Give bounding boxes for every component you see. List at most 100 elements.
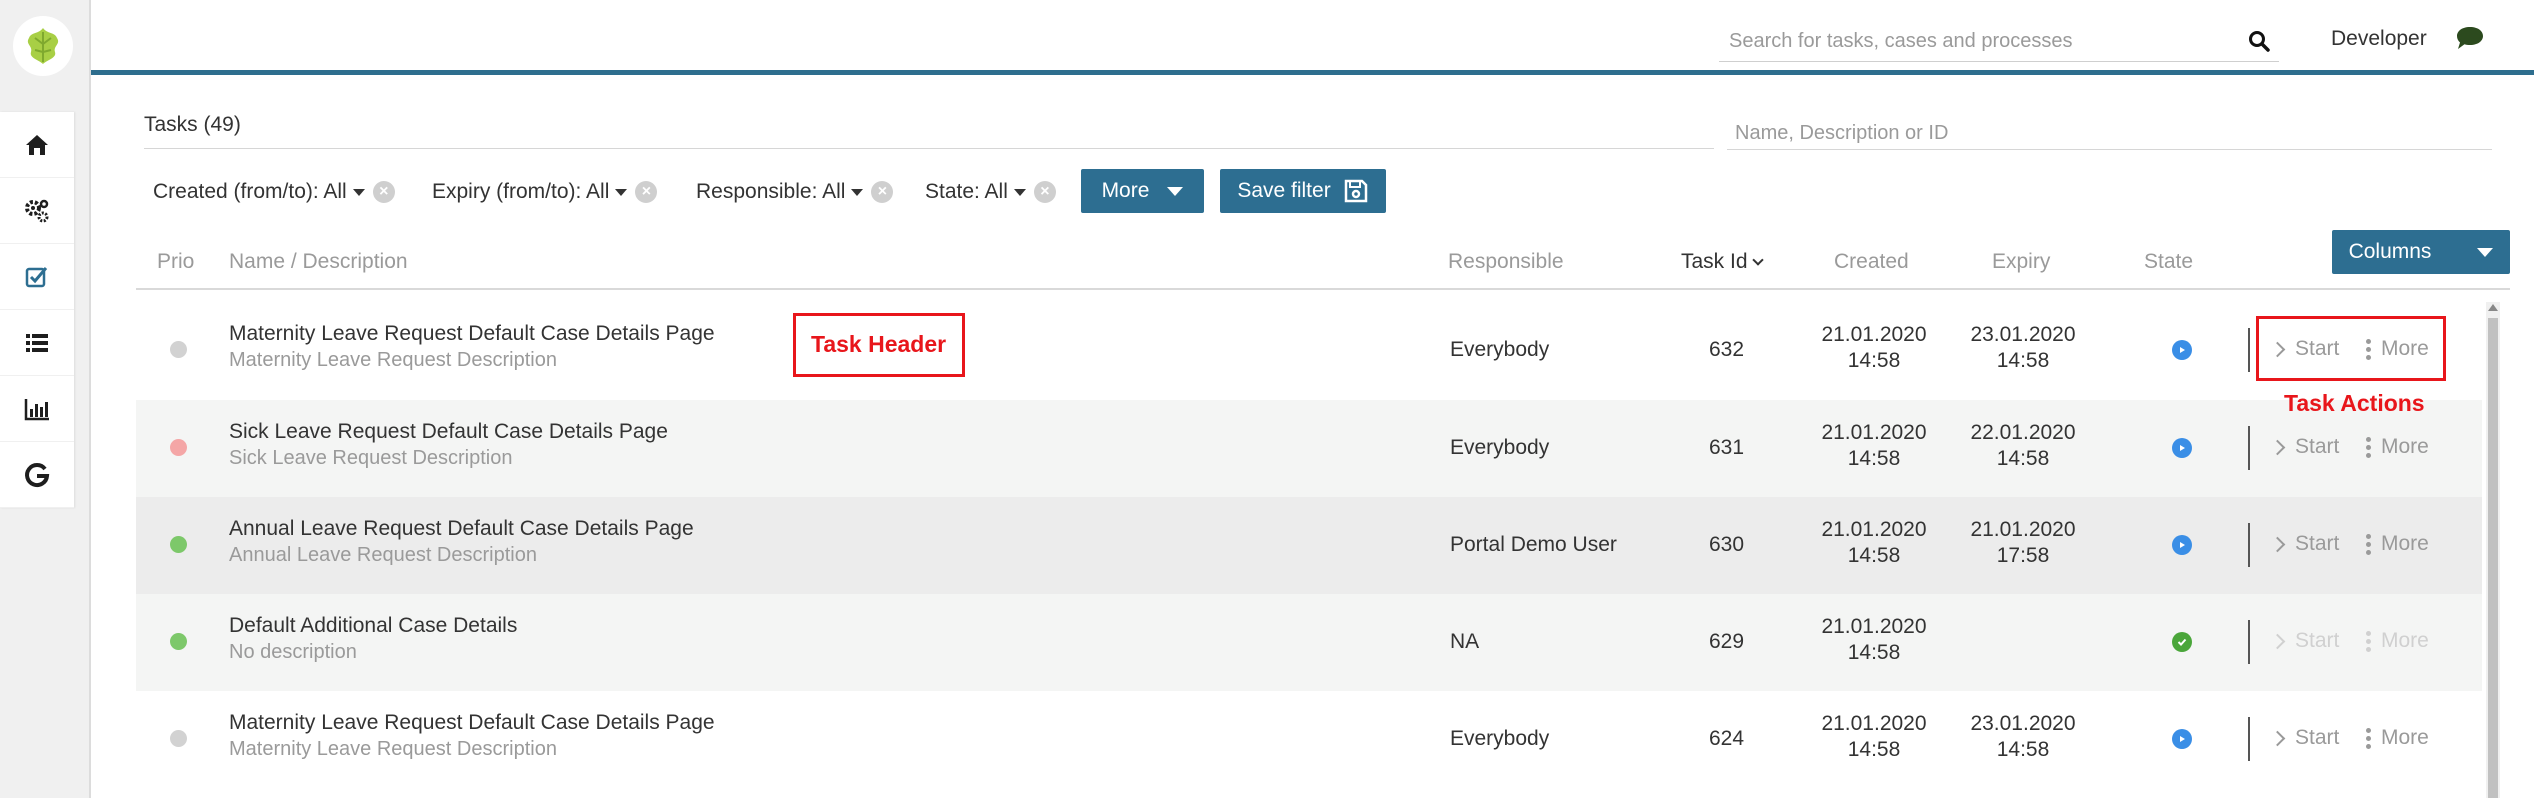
table-header: Prio Name / Description Responsible Task…: [136, 240, 2510, 290]
priority-indicator: [170, 439, 187, 456]
task-more-button[interactable]: More: [2366, 532, 2429, 556]
chevron-right-icon: [2269, 633, 2286, 649]
task-id: 630: [1709, 533, 1745, 556]
kebab-icon: [2366, 727, 2371, 749]
title-underline: [144, 148, 1714, 149]
task-id: 632: [1709, 338, 1745, 361]
filter-responsible[interactable]: Responsible: All ×: [696, 180, 894, 204]
clear-filter-icon[interactable]: ×: [635, 181, 658, 203]
ivy-leaf-icon: [18, 21, 68, 71]
user-name[interactable]: Developer: [2331, 27, 2427, 51]
header-expiry[interactable]: Expiry: [1992, 250, 2050, 274]
start-label: Start: [2295, 532, 2340, 555]
header-prio[interactable]: Prio: [157, 250, 194, 274]
clear-filter-icon[interactable]: ×: [372, 181, 395, 203]
checkbox-icon: [25, 266, 48, 287]
table-row[interactable]: Maternity Leave Request Default Case Det…: [136, 691, 2482, 788]
state-in-progress-icon: [2172, 438, 2192, 458]
task-description: No description: [229, 641, 357, 663]
task-id: 624: [1709, 727, 1745, 750]
task-id: 631: [1709, 436, 1745, 459]
filter-created-label: Created (from/to): All: [153, 180, 347, 203]
start-label: Start: [2295, 629, 2340, 652]
header-responsible[interactable]: Responsible: [1448, 250, 1564, 274]
created-time: 14:58: [1847, 641, 1901, 664]
more-filters-label: More: [1101, 179, 1150, 202]
actions-divider: [2248, 426, 2250, 470]
task-name: Default Additional Case Details: [229, 614, 518, 637]
task-more-button[interactable]: More: [2366, 435, 2429, 459]
header-name[interactable]: Name / Description: [229, 250, 408, 274]
task-more-button[interactable]: More: [2366, 726, 2429, 750]
start-task-button[interactable]: Start: [2269, 629, 2340, 653]
caret-down-icon: [1013, 188, 1026, 196]
chat-icon[interactable]: [2455, 24, 2485, 52]
task-description: Sick Leave Request Description: [229, 447, 513, 469]
start-task-button[interactable]: Start: [2269, 435, 2339, 459]
table-row[interactable]: Annual Leave Request Default Case Detail…: [136, 497, 2482, 594]
search-icon[interactable]: [2247, 29, 2271, 53]
task-more-button[interactable]: More: [2366, 629, 2429, 653]
header-state[interactable]: State: [2144, 250, 2193, 274]
task-filter: [1727, 118, 2492, 150]
sidebar-item-home[interactable]: [0, 112, 74, 178]
global-search-input[interactable]: [1719, 22, 2229, 60]
kebab-icon: [2366, 533, 2371, 555]
app-logo[interactable]: [13, 16, 73, 76]
task-created: 21.01.2020 14:58: [1814, 322, 1934, 374]
task-name: Sick Leave Request Default Case Details …: [229, 420, 668, 443]
clear-filter-icon[interactable]: ×: [1033, 181, 1056, 203]
state-done-icon: [2172, 632, 2192, 652]
caret-down-icon: [615, 188, 628, 196]
sidebar-item-cases[interactable]: [0, 310, 74, 376]
expiry-time: 17:58: [1996, 544, 2050, 567]
caret-down-icon: [851, 188, 864, 196]
sidebar-item-processes[interactable]: [0, 178, 74, 244]
task-created: 21.01.2020 14:58: [1814, 517, 1934, 569]
created-date: 21.01.2020: [1821, 518, 1927, 541]
sidebar-item-statistics[interactable]: [0, 376, 74, 442]
task-created: 21.01.2020 14:58: [1814, 711, 1934, 763]
created-date: 21.01.2020: [1821, 712, 1927, 735]
filter-state-label: State: All: [925, 180, 1008, 203]
task-actions-annotation-box: [2256, 316, 2446, 381]
created-time: 14:58: [1847, 738, 1901, 761]
sort-desc-icon: [1751, 254, 1764, 266]
header-task-id[interactable]: Task Id: [1681, 250, 1764, 274]
state-in-progress-icon: [2172, 340, 2192, 360]
task-responsible: Everybody: [1450, 338, 1550, 361]
scroll-up-arrow-icon[interactable]: [2488, 304, 2498, 311]
more-label: More: [2381, 435, 2429, 458]
table-row[interactable]: Sick Leave Request Default Case Details …: [136, 400, 2482, 497]
start-task-button[interactable]: Start: [2269, 726, 2339, 750]
more-label: More: [2381, 532, 2429, 555]
sidebar-item-google[interactable]: [0, 442, 74, 508]
sidebar-item-tasks[interactable]: [0, 244, 74, 310]
google-icon: [25, 462, 50, 487]
top-bar: Developer: [91, 0, 2534, 75]
header-task-id-label: Task Id: [1681, 250, 1748, 273]
clear-filter-icon[interactable]: ×: [871, 181, 894, 203]
expiry-time: 14:58: [1996, 349, 2050, 372]
filter-expiry[interactable]: Expiry (from/to): All ×: [432, 180, 658, 204]
expiry-date: 23.01.2020: [1970, 323, 2076, 346]
task-expiry: 23.01.2020 14:58: [1963, 322, 2083, 374]
priority-indicator: [170, 633, 187, 650]
task-expiry: 23.01.2020 14:58: [1963, 711, 2083, 763]
table-row[interactable]: Default Additional Case Details No descr…: [136, 594, 2482, 691]
filter-state[interactable]: State: All ×: [925, 180, 1056, 204]
header-created[interactable]: Created: [1834, 250, 1909, 274]
scrollbar-thumb[interactable]: [2488, 318, 2498, 798]
expiry-time: 14:58: [1996, 447, 2050, 470]
save-filter-button[interactable]: Save filter: [1220, 169, 1386, 213]
more-filters-button[interactable]: More: [1081, 169, 1204, 213]
start-task-button[interactable]: Start: [2269, 532, 2340, 556]
filter-responsible-label: Responsible: All: [696, 180, 846, 203]
table-row[interactable]: Maternity Leave Request Default Case Det…: [136, 302, 2482, 399]
global-search: [1719, 22, 2279, 62]
task-filter-input[interactable]: [1727, 118, 2492, 148]
filter-created[interactable]: Created (from/to): All ×: [153, 180, 395, 204]
kebab-icon: [2366, 436, 2371, 458]
expiry-date: 23.01.2020: [1970, 712, 2076, 735]
expiry-time: 14:58: [1996, 738, 2050, 761]
